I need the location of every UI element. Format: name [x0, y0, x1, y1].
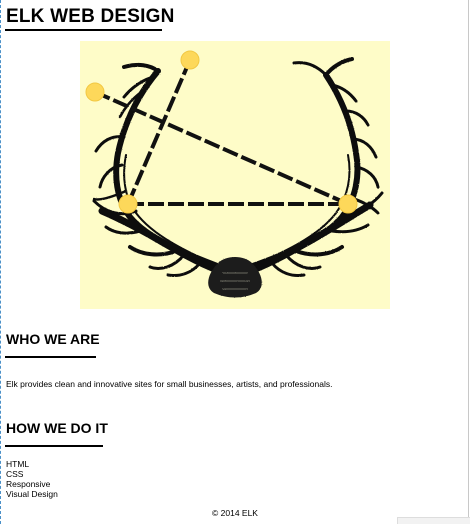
hero-image: [80, 41, 390, 309]
frame-right-edge: [468, 0, 469, 524]
constellation-dot: [180, 50, 200, 70]
title-underline: [5, 29, 162, 31]
skills-list: HTML CSS Responsive Visual Design: [6, 459, 58, 499]
who-we-are-heading: WHO WE ARE: [6, 331, 100, 347]
frame-left-edge: [0, 0, 1, 524]
elk-antlers-illustration: [85, 50, 384, 298]
constellation-dot: [118, 194, 138, 214]
list-item: CSS: [6, 469, 24, 479]
site-title: ELK WEB DESIGN: [6, 6, 175, 27]
constellation-line: [94, 90, 349, 206]
how-we-do-it-heading: HOW WE DO IT: [6, 420, 108, 436]
list-item: HTML: [6, 459, 30, 469]
constellation-dot: [85, 82, 105, 102]
right-brow-antler: [246, 201, 374, 275]
list-item: Responsive: [6, 479, 51, 489]
how-we-do-it-underline: [5, 445, 103, 447]
who-we-are-underline: [5, 356, 96, 358]
list-item: Visual Design: [6, 489, 58, 499]
window-corner: [397, 517, 470, 524]
right-antler-beam: [247, 72, 361, 270]
constellation-dot: [338, 194, 358, 214]
about-text: Elk provides clean and innovative sites …: [6, 379, 333, 389]
